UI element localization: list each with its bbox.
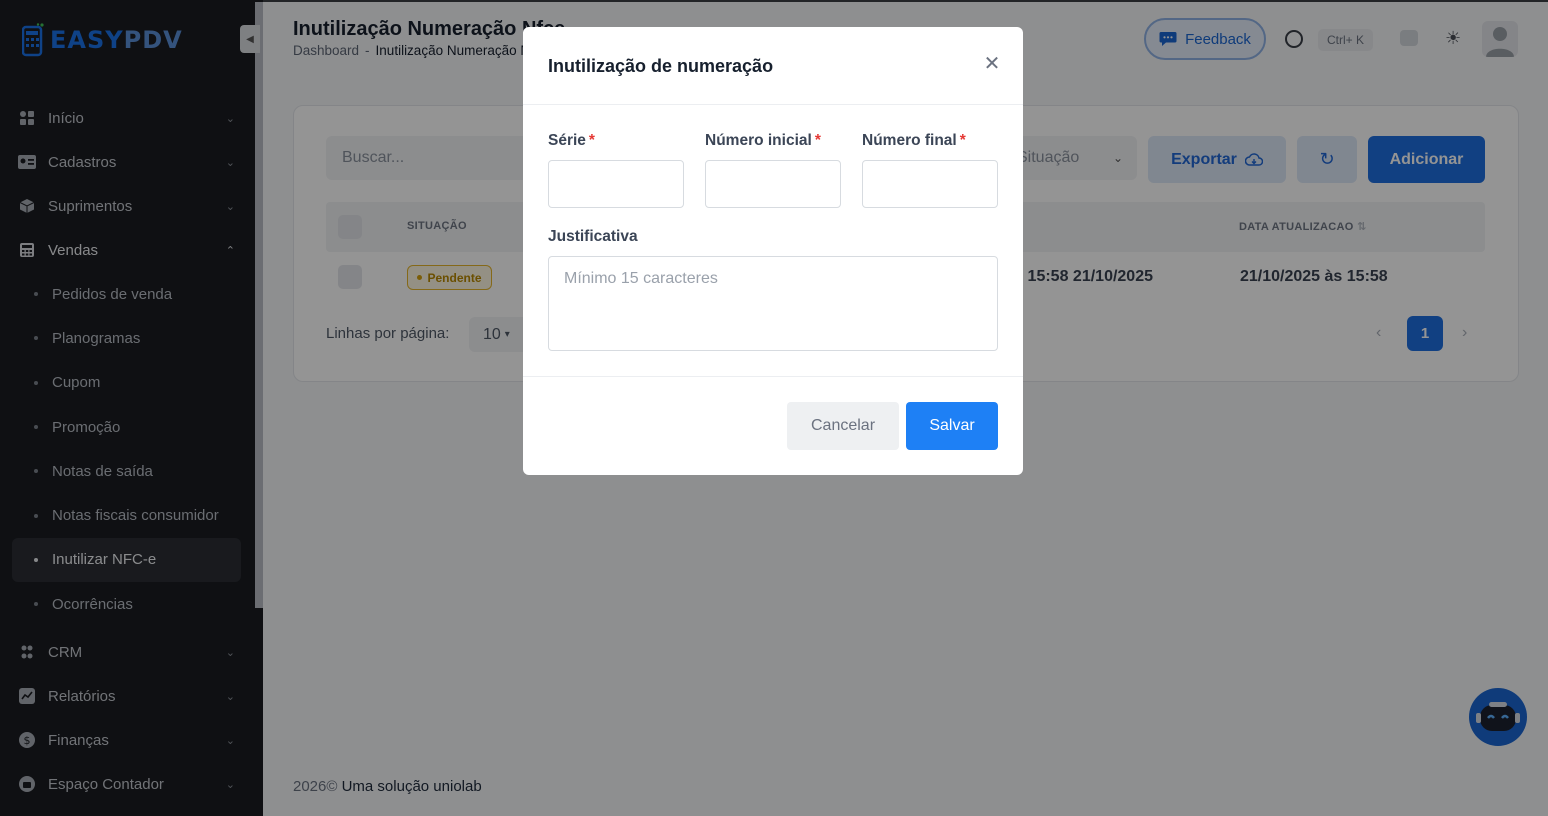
required-mark: * [814,132,821,149]
modal-footer-divider [523,376,1023,377]
numero-final-label-text: Número final [862,132,957,149]
justificativa-textarea[interactable] [548,256,998,351]
required-mark: * [588,132,595,149]
serie-label: Série * [548,132,595,150]
modal-header: Inutilização de numeração ✕ [523,27,1023,105]
inutilizacao-modal: Inutilização de numeração ✕ Série * Númer… [523,27,1023,475]
numero-inicial-label-text: Número inicial [705,132,812,149]
numero-inicial-input[interactable] [705,160,841,208]
cancel-button[interactable]: Cancelar [787,402,899,450]
serie-input[interactable] [548,160,684,208]
required-mark: * [959,132,966,149]
close-icon[interactable]: ✕ [983,54,1001,74]
numero-final-input[interactable] [862,160,998,208]
numero-final-label: Número final * [862,132,966,150]
numero-inicial-label: Número inicial * [705,132,821,150]
justificativa-label: Justificativa [548,228,638,245]
save-button[interactable]: Salvar [906,402,998,450]
serie-label-text: Série [548,132,586,149]
modal-title: Inutilização de numeração [548,56,774,76]
